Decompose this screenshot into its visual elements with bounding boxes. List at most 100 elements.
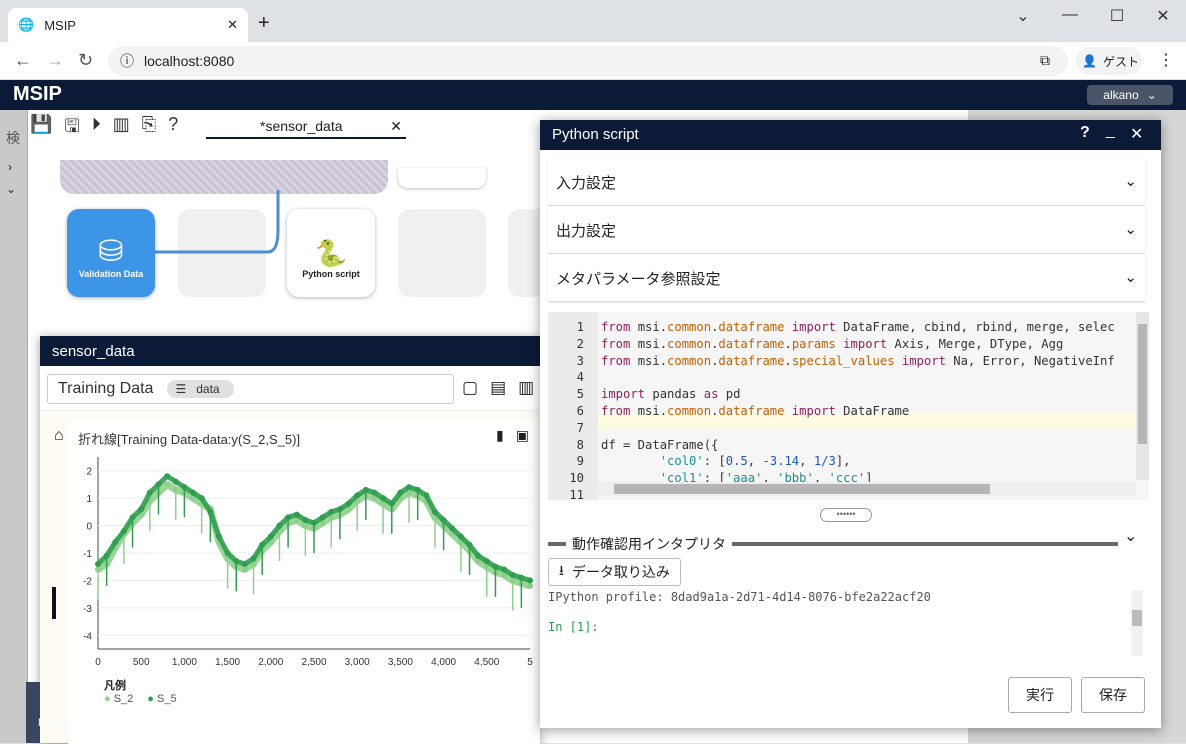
sheet-tab[interactable]: *sensor_data ✕ xyxy=(206,115,406,139)
code-token: msi. xyxy=(637,320,668,334)
minimize-icon[interactable]: — xyxy=(1055,6,1085,24)
code-token: dataframe xyxy=(718,320,785,334)
back-icon[interactable]: ← xyxy=(14,50,32,71)
chevron-down-icon: ⌄ xyxy=(1146,88,1157,102)
code-token: params xyxy=(791,336,836,351)
code-token: from xyxy=(601,320,638,334)
connector-line xyxy=(150,190,280,254)
import-data-button[interactable]: ⭳ データ取り込み xyxy=(548,558,681,586)
data-point xyxy=(267,533,274,540)
close-tab-icon[interactable]: ✕ xyxy=(227,17,238,33)
legend-dot-icon: ● xyxy=(104,693,111,705)
help-icon[interactable]: ? xyxy=(1080,124,1090,142)
vertical-scrollbar[interactable] xyxy=(1136,312,1149,480)
omnibox[interactable]: ⓘ localhost:8080 xyxy=(108,46,1068,76)
ipython-console[interactable]: IPython profile: 8dad9a1a-2d71-4d14-8076… xyxy=(548,590,1145,656)
code-token: from xyxy=(601,404,638,418)
reload-icon[interactable]: ↻ xyxy=(78,50,93,71)
close-window-icon[interactable]: ✕ xyxy=(1148,6,1178,26)
legend-item[interactable]: ● S_5 xyxy=(147,693,176,705)
play-icon[interactable]: ⏵ xyxy=(92,114,101,144)
data-point xyxy=(475,552,482,559)
layout-single-icon[interactable]: ▢ xyxy=(462,378,478,398)
legend-item[interactable]: ● S_2 xyxy=(104,693,133,705)
minimize-icon[interactable]: _ xyxy=(1106,122,1115,140)
run-button[interactable]: 実行 xyxy=(1008,677,1072,713)
data-point xyxy=(164,473,171,480)
code-editor[interactable]: 1 2 3 4 5 6 7 8 9 10 11 from msi.common.dataframe … xyxy=(548,312,1149,500)
chevron-down-icon[interactable]: ⌄ xyxy=(6,182,16,196)
chevron-down-icon[interactable]: ⌄ xyxy=(1124,526,1137,546)
node-label: Python script xyxy=(302,269,360,279)
accordion-label: 出力設定 xyxy=(556,223,617,240)
tab-search-icon[interactable]: ⌄ xyxy=(1008,6,1038,26)
line-gutter: 1 2 3 4 5 6 7 8 9 10 11 xyxy=(548,312,598,500)
code-token: msi. xyxy=(637,404,668,418)
data-point xyxy=(241,560,248,567)
node-validation-data[interactable]: ⛁ Validation Data xyxy=(67,209,155,297)
line-number: 8 xyxy=(576,437,584,452)
code-line: from msi.common.dataframe import DataFra… xyxy=(601,404,909,418)
y-tick-label: 1 xyxy=(86,494,92,505)
translate-icon[interactable]: ⧉ xyxy=(1040,52,1050,69)
code-token: import xyxy=(601,387,653,402)
code-token: df = DataFrame({ xyxy=(601,437,719,452)
help-icon[interactable]: ? xyxy=(168,114,178,144)
code-token: pandas xyxy=(652,387,704,402)
interpreter-label: 動作確認用インタプリタ xyxy=(572,536,726,552)
code-token: from xyxy=(601,336,638,351)
data-point xyxy=(371,489,378,496)
data-chip[interactable]: ☰ data xyxy=(167,380,234,398)
chip-label: data xyxy=(196,382,220,396)
close-icon[interactable]: ✕ xyxy=(390,118,402,135)
x-tick-label: 3,500 xyxy=(388,657,413,668)
data-point xyxy=(172,478,179,485)
node-python-script[interactable]: 🐍 Python script xyxy=(287,209,375,297)
code-token: msi. xyxy=(637,353,668,368)
bar-chart-icon[interactable]: ▮ xyxy=(496,427,504,444)
data-point xyxy=(164,481,171,488)
data-point xyxy=(198,495,205,502)
accordion-output[interactable]: 出力設定 ⌄ xyxy=(548,206,1145,254)
chevron-down-icon: ⌄ xyxy=(1124,221,1137,238)
resize-handle[interactable]: •••••• xyxy=(820,508,872,522)
home-icon[interactable]: ⌂ xyxy=(54,427,64,445)
chart-title: 折れ線[Training Data-data:y(S_2,S_5)] xyxy=(78,432,301,447)
close-icon[interactable]: ✕ xyxy=(1130,124,1143,144)
forward-icon[interactable]: → xyxy=(46,50,64,71)
globe-icon: 🌐 xyxy=(18,17,35,32)
new-tab-icon[interactable]: + xyxy=(258,12,270,35)
data-point xyxy=(449,525,456,532)
app-brand: MSIP xyxy=(13,83,62,105)
image-icon[interactable]: ▣ xyxy=(516,427,529,444)
code-token: import xyxy=(835,336,895,351)
maximize-icon[interactable]: ☐ xyxy=(1102,6,1132,26)
menu-dots-icon[interactable]: ⋮ xyxy=(1158,50,1174,70)
dataset-selector[interactable]: Training Data ☰ data xyxy=(47,374,454,404)
horizontal-scrollbar[interactable] xyxy=(598,482,1136,496)
save-icon[interactable]: 💾 xyxy=(30,114,52,144)
accordion-label: メタパラメータ参照設定 xyxy=(556,271,721,288)
code-token: , xyxy=(799,454,814,469)
data-point xyxy=(215,533,222,540)
data-point xyxy=(527,582,533,589)
accordion-input[interactable]: 入力設定 ⌄ xyxy=(548,158,1145,206)
profile-button[interactable]: 👤 ゲスト xyxy=(1076,47,1142,75)
line-number: 4 xyxy=(576,370,584,385)
code-token: dataframe xyxy=(718,404,785,418)
save-button[interactable]: 保存 xyxy=(1081,677,1145,713)
layout-buttons: ▢ ▤ ▥ xyxy=(462,378,534,398)
export-icon[interactable]: ⎘ xyxy=(142,114,156,144)
x-tick-label: 2,000 xyxy=(258,657,283,668)
browser-tab[interactable]: 🌐 MSIP ✕ xyxy=(8,8,248,42)
save-as-icon[interactable]: 🖫 xyxy=(64,114,79,144)
console-scrollbar[interactable] xyxy=(1131,590,1143,656)
layout-rows-icon[interactable]: ▤ xyxy=(490,378,506,398)
code-token: dataframe xyxy=(718,336,785,351)
chevron-right-icon[interactable]: › xyxy=(8,160,12,174)
user-menu[interactable]: alkano ⌄ xyxy=(1087,85,1173,105)
data-point xyxy=(423,492,430,499)
accordion-meta-params[interactable]: メタパラメータ参照設定 ⌄ xyxy=(548,254,1145,302)
layout-cols-icon[interactable]: ▥ xyxy=(518,378,534,398)
chart-icon[interactable]: ▥ xyxy=(113,114,130,144)
